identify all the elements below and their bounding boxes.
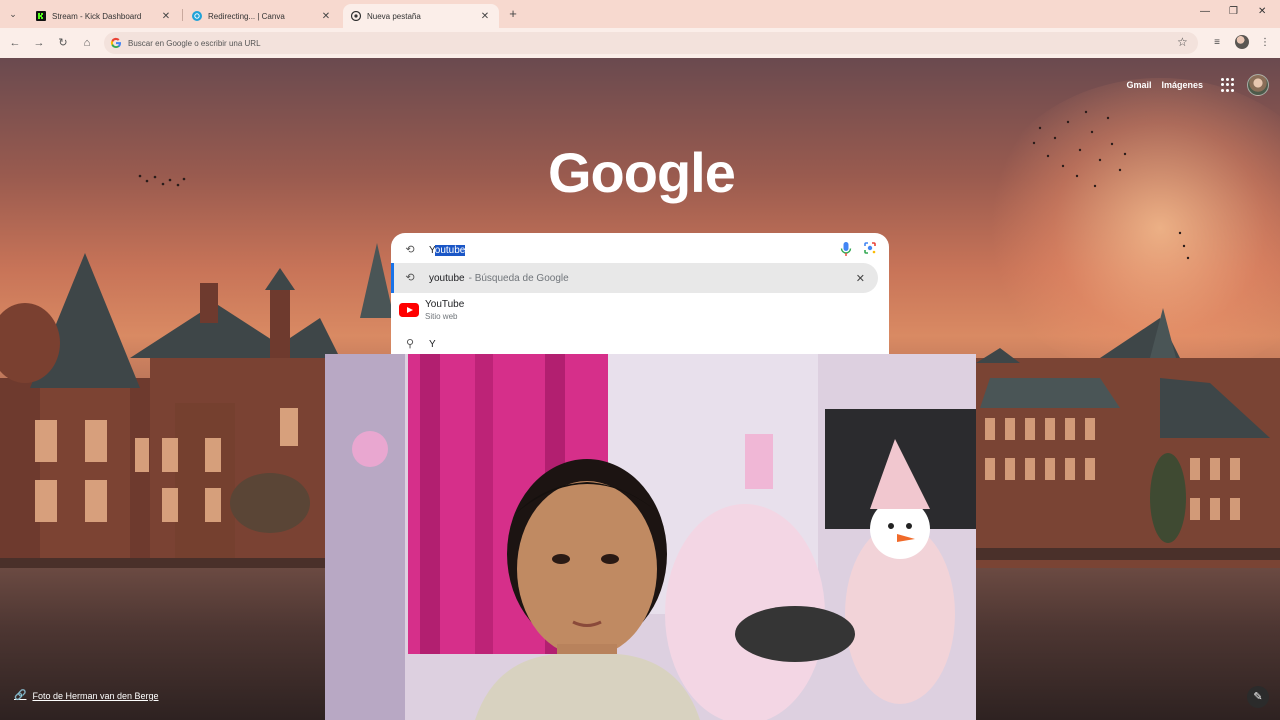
images-link[interactable]: Imágenes [1161,80,1203,90]
photo-credit-link[interactable]: 🔗 Foto de Herman van den Berge [14,690,159,701]
address-placeholder: Buscar en Google o escribir una URL [128,38,261,48]
tab-search-icon[interactable]: ⌄ [5,6,21,22]
tab-kick-dashboard[interactable]: Stream - Kick Dashboard ✕ [28,4,180,28]
restore-icon[interactable]: ❐ [1229,6,1238,17]
youtube-icon [399,303,419,317]
query-selection: outube [434,244,466,256]
forward-icon[interactable]: → [31,35,47,51]
tab-label: Redirecting... | Canva [208,11,285,21]
close-icon[interactable]: ✕ [479,11,491,22]
google-lens-icon[interactable] [863,241,877,255]
suggestion-search-y[interactable]: ⚲ Y [391,333,889,355]
suggestion-history[interactable]: ⟲ youtube - Búsqueda de Google ✕ [391,263,889,293]
suggestion-term: Y [429,338,436,350]
back-icon[interactable]: ← [7,35,23,51]
history-icon: ⟲ [405,244,415,256]
new-tab-button[interactable]: + [505,6,521,22]
minimize-icon[interactable]: — [1200,6,1210,17]
webcam-overlay [325,354,976,720]
address-bar[interactable]: Buscar en Google o escribir una URL [104,32,1198,54]
search-icon: ⚲ [405,338,415,350]
canva-icon [192,11,202,21]
suggestion-term: youtube [429,272,465,284]
menu-icon[interactable]: ⋮ [1257,35,1273,51]
window-close-icon[interactable]: ✕ [1258,6,1266,17]
profile-avatar[interactable] [1235,35,1249,49]
customize-pencil-icon[interactable]: ✎ [1247,686,1269,708]
history-icon: ⟲ [405,272,415,284]
kick-icon [36,11,46,21]
home-icon[interactable]: ⌂ [79,35,95,51]
bookmark-star-icon[interactable]: ☆ [1177,35,1188,49]
remove-suggestion-icon[interactable]: ✕ [856,272,865,285]
google-top-links: Gmail Imágenes [1126,74,1280,96]
webcam-feed [325,354,976,720]
chrome-icon [351,11,361,21]
reading-list-icon[interactable]: ≡ [1209,35,1225,51]
close-icon[interactable]: ✕ [160,11,172,22]
google-logo: Google [548,141,736,204]
suggestion-subtitle: Sitio web [425,312,458,321]
tab-new-tab[interactable]: Nueva pestaña ✕ [343,4,499,28]
tab-strip: ⌄ Stream - Kick Dashboard ✕ Redirecting.… [0,0,1280,28]
photo-credit-text: Foto de Herman van den Berge [32,690,159,701]
search-input[interactable]: ⟲ Youtube [391,241,889,259]
search-dropdown: ⟲ Youtube ⟲ youtube - Búsqueda de Google… [391,233,889,358]
voice-search-icon[interactable] [839,241,853,257]
tab-canva[interactable]: Redirecting... | Canva ✕ [184,4,340,28]
query-text: Y [429,244,435,256]
account-avatar[interactable] [1247,74,1269,96]
new-tab-page: Gmail Imágenes Google ⟲ Youtube ⟲ youtub… [0,58,1280,720]
browser-toolbar: ← → ↻ ⌂ Buscar en Google o escribir una … [0,28,1280,58]
link-icon: 🔗 [14,690,27,701]
reload-icon[interactable]: ↻ [55,35,71,51]
google-apps-icon[interactable] [1221,78,1235,92]
suggestion-youtube-site[interactable]: YouTube Sitio web [391,295,889,325]
close-icon[interactable]: ✕ [320,11,332,22]
suggestion-subtitle: - Búsqueda de Google [468,272,569,284]
suggestion-title: YouTube [425,299,465,310]
tab-label: Nueva pestaña [367,11,421,21]
gmail-link[interactable]: Gmail [1126,80,1151,90]
google-g-icon [110,37,121,49]
tab-label: Stream - Kick Dashboard [52,11,142,21]
